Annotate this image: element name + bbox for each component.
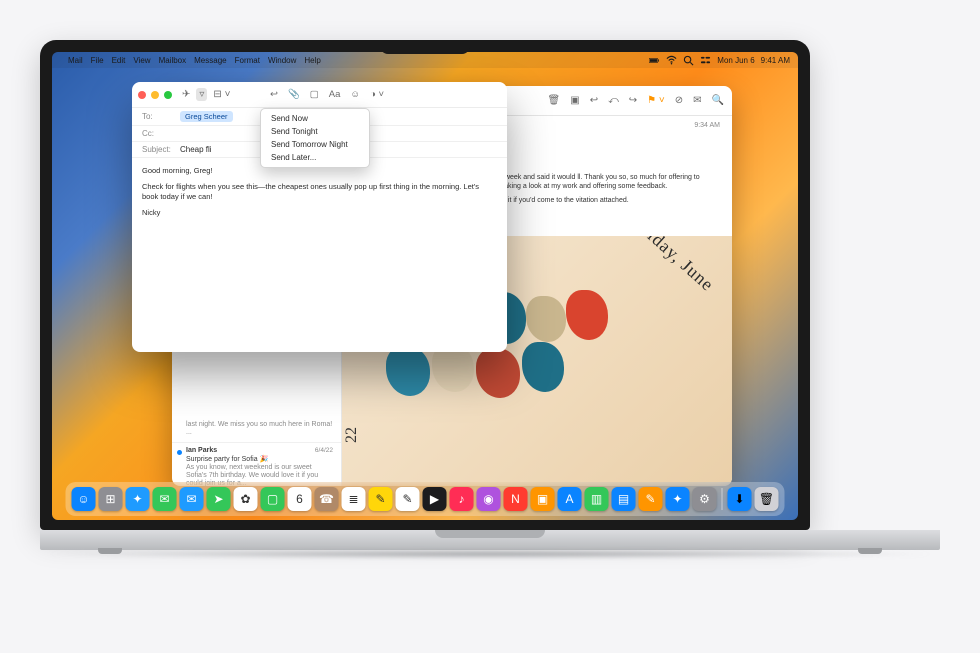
message-preview: last night. We miss you so much here in … xyxy=(186,421,333,437)
dock-app-launchpad[interactable]: ⊞ xyxy=(99,487,123,511)
dock-app-freeform[interactable]: ✎ xyxy=(396,487,420,511)
send-later-menu: Send Now Send Tonight Send Tomorrow Nigh… xyxy=(260,108,370,168)
menubar-date[interactable]: Mon Jun 6 xyxy=(717,56,754,65)
dock-app-appstore[interactable]: A xyxy=(558,487,582,511)
cc-label: Cc: xyxy=(142,129,180,138)
poster-side: 22 xyxy=(343,427,361,443)
dock-app-calendar[interactable]: 6 xyxy=(288,487,312,511)
menubar: Mail File Edit View Mailbox Message Form… xyxy=(52,52,798,68)
menu-help[interactable]: Help xyxy=(304,56,320,65)
dock-app-trash[interactable]: 🗑 xyxy=(755,487,779,511)
message-subject: Surprise party for Sofia 🎉 xyxy=(186,455,333,463)
menu-item-send-later[interactable]: Send Later... xyxy=(261,151,369,164)
attach-icon[interactable]: 📎 xyxy=(288,89,300,100)
message-date: 6/4/22 xyxy=(315,447,333,454)
subject-input[interactable]: Cheap fli xyxy=(180,145,212,154)
dock-app-podcasts[interactable]: ◉ xyxy=(477,487,501,511)
menu-item-send-now[interactable]: Send Now xyxy=(261,112,369,125)
battery-icon[interactable] xyxy=(649,55,660,66)
dock-app-appstore2[interactable]: ✦ xyxy=(666,487,690,511)
poster-text: Friday, June xyxy=(630,236,718,296)
dock-app-contacts[interactable]: ☎ xyxy=(315,487,339,511)
dock-app-facetime[interactable]: ▢ xyxy=(261,487,285,511)
trash-icon[interactable]: 🗑 xyxy=(548,95,561,106)
menu-edit[interactable]: Edit xyxy=(112,56,126,65)
compose-body[interactable]: Good morning, Greg! Check for flights wh… xyxy=(132,158,507,233)
menu-item-send-tonight[interactable]: Send Tonight xyxy=(261,125,369,138)
minimize-button[interactable] xyxy=(151,91,159,99)
search-icon[interactable] xyxy=(683,55,694,66)
dock-app-messages[interactable]: ✉ xyxy=(153,487,177,511)
dock-app-photos[interactable]: ✿ xyxy=(234,487,258,511)
list-item[interactable]: Ian Parks 6/4/22 Surprise party for Sofi… xyxy=(172,443,341,486)
menu-view[interactable]: View xyxy=(133,56,150,65)
emoji-icon[interactable]: ☺ xyxy=(350,89,360,100)
dock-separator xyxy=(722,488,723,510)
compose-icon[interactable]: ✉ xyxy=(693,95,701,106)
flag-icon[interactable]: ⚑ ˅ xyxy=(647,95,665,106)
search-icon[interactable]: 🔍 xyxy=(712,95,724,106)
dock-app-downloads[interactable]: ⬇ xyxy=(728,487,752,511)
mute-icon[interactable]: ⊘ xyxy=(675,95,683,106)
header-toggle-icon[interactable]: ⊟ ˅ xyxy=(213,89,230,100)
list-item[interactable]: last night. We miss you so much here in … xyxy=(172,416,341,443)
recipient-pill[interactable]: Greg Scheer xyxy=(180,111,233,122)
dock-app-music[interactable]: ♪ xyxy=(450,487,474,511)
dock-app-pages[interactable]: ✎ xyxy=(639,487,663,511)
close-button[interactable] xyxy=(138,91,146,99)
message-from: Ian Parks xyxy=(186,447,333,454)
send-later-dropdown[interactable]: ▿ xyxy=(196,88,207,101)
compose-window: ✈ ▿ ⊟ ˅ ↩ 📎 ▢ Aa ☺ ◑ ˅ To: Greg Sche xyxy=(132,82,507,352)
menu-file[interactable]: File xyxy=(91,56,104,65)
reply-all-icon[interactable]: ⤺ xyxy=(608,95,619,106)
unread-dot-icon xyxy=(177,450,182,455)
dock-app-reminders[interactable]: ≣ xyxy=(342,487,366,511)
markup-icon[interactable]: ◑ ˅ xyxy=(370,89,384,100)
dock-app-keynote[interactable]: ▤ xyxy=(612,487,636,511)
format-icon[interactable]: Aa xyxy=(329,89,341,100)
control-center-icon[interactable] xyxy=(700,55,711,66)
dock-app-notes[interactable]: ✎ xyxy=(369,487,393,511)
menu-window[interactable]: Window xyxy=(268,56,296,65)
compose-toolbar: ✈ ▿ ⊟ ˅ ↩ 📎 ▢ Aa ☺ ◑ ˅ xyxy=(132,82,507,108)
wifi-icon[interactable] xyxy=(666,55,677,66)
archive-icon[interactable]: ▣ xyxy=(570,95,579,106)
menu-mail[interactable]: Mail xyxy=(68,56,83,65)
menu-item-send-tomorrow[interactable]: Send Tomorrow Night xyxy=(261,138,369,151)
dock-app-safari[interactable]: ✦ xyxy=(126,487,150,511)
dock-app-books[interactable]: ▣ xyxy=(531,487,555,511)
menu-message[interactable]: Message xyxy=(194,56,226,65)
body-text: Check for flights when you see this—the … xyxy=(142,182,497,202)
reply-icon[interactable]: ↩ xyxy=(270,89,278,100)
message-time: 9:34 AM xyxy=(694,122,720,129)
dock-app-tv[interactable]: ▶ xyxy=(423,487,447,511)
zoom-button[interactable] xyxy=(164,91,172,99)
dock-app-maps[interactable]: ➤ xyxy=(207,487,231,511)
dock-app-settings[interactable]: ⚙ xyxy=(693,487,717,511)
menubar-time[interactable]: 9:41 AM xyxy=(761,56,790,65)
body-text: Nicky xyxy=(142,208,497,218)
menu-format[interactable]: Format xyxy=(235,56,260,65)
subject-label: Subject: xyxy=(142,145,180,154)
send-icon[interactable]: ✈ xyxy=(182,89,190,100)
dock-app-finder[interactable]: ☺ xyxy=(72,487,96,511)
dock-app-news[interactable]: N xyxy=(504,487,528,511)
dock-app-mail[interactable]: ✉ xyxy=(180,487,204,511)
dock-app-numbers[interactable]: ▥ xyxy=(585,487,609,511)
photo-icon[interactable]: ▢ xyxy=(310,89,319,100)
reply-icon[interactable]: ↩ xyxy=(590,95,598,106)
dock: ☺⊞✦✉✉➤✿▢6☎≣✎✎▶♪◉N▣A▥▤✎✦⚙⬇🗑 xyxy=(66,482,785,516)
forward-icon[interactable]: ↪ xyxy=(629,95,637,106)
to-label: To: xyxy=(142,112,180,121)
menu-mailbox[interactable]: Mailbox xyxy=(159,56,187,65)
